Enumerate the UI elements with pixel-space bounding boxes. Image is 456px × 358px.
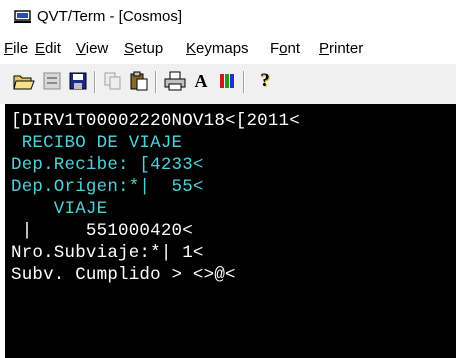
terminal-line: Dep.Recibe: [4233<	[11, 155, 204, 175]
open-icon	[13, 75, 35, 90]
toolbar-separator	[94, 71, 96, 93]
print-button[interactable]	[163, 69, 187, 93]
print-icon	[164, 71, 186, 91]
close-session-icon	[43, 72, 61, 90]
toolbar-separator	[243, 71, 245, 93]
colors-button[interactable]	[215, 69, 239, 93]
terminal-line: RECIBO DE VIAJE	[11, 133, 183, 153]
toolbar-separator	[155, 71, 157, 93]
terminal-line: Subv. Cumplido > <>@<	[11, 265, 236, 285]
menu-setup[interactable]: Setup	[124, 40, 163, 57]
colors-icon	[220, 74, 234, 88]
title-bar: QVT/Term - [Cosmos]	[0, 0, 456, 34]
menu-file[interactable]: File	[4, 40, 28, 57]
help-icon: ?	[260, 70, 270, 91]
paste-button[interactable]	[127, 69, 151, 93]
save-button[interactable]	[66, 69, 90, 93]
window-title: QVT/Term - [Cosmos]	[37, 8, 183, 25]
menu-font[interactable]: Font	[270, 40, 300, 57]
terminal-line: [DIRV1T00002220NOV18<[2011<	[11, 111, 300, 131]
menu-view[interactable]: View	[76, 40, 108, 57]
menu-bar: File Edit View Setup Keymaps Font Printe…	[0, 34, 456, 64]
terminal-line: Dep.Origen:*| 55<	[11, 177, 204, 197]
help-button[interactable]: ?	[253, 69, 277, 93]
copy-icon	[104, 72, 121, 90]
paste-icon	[130, 71, 148, 91]
menu-edit[interactable]: Edit	[35, 40, 61, 57]
close-session-button[interactable]	[40, 69, 64, 93]
terminal-line: | 551000420<	[11, 221, 193, 241]
font-button[interactable]: A	[189, 69, 213, 93]
menu-keymaps[interactable]: Keymaps	[186, 40, 249, 57]
terminal-line: Nro.Subviaje:*| 1<	[11, 243, 204, 263]
terminal-line: VIAJE	[11, 199, 108, 219]
save-icon	[69, 72, 87, 90]
font-icon: A	[194, 70, 208, 91]
terminal-screen[interactable]: [DIRV1T00002220NOV18<[2011< RECIBO DE VI…	[5, 104, 456, 358]
app-terminal-icon	[14, 10, 31, 23]
open-button[interactable]	[12, 69, 36, 93]
copy-button[interactable]	[101, 69, 125, 93]
toolbar: A ?	[0, 64, 456, 104]
menu-printer[interactable]: Printer	[319, 40, 363, 57]
